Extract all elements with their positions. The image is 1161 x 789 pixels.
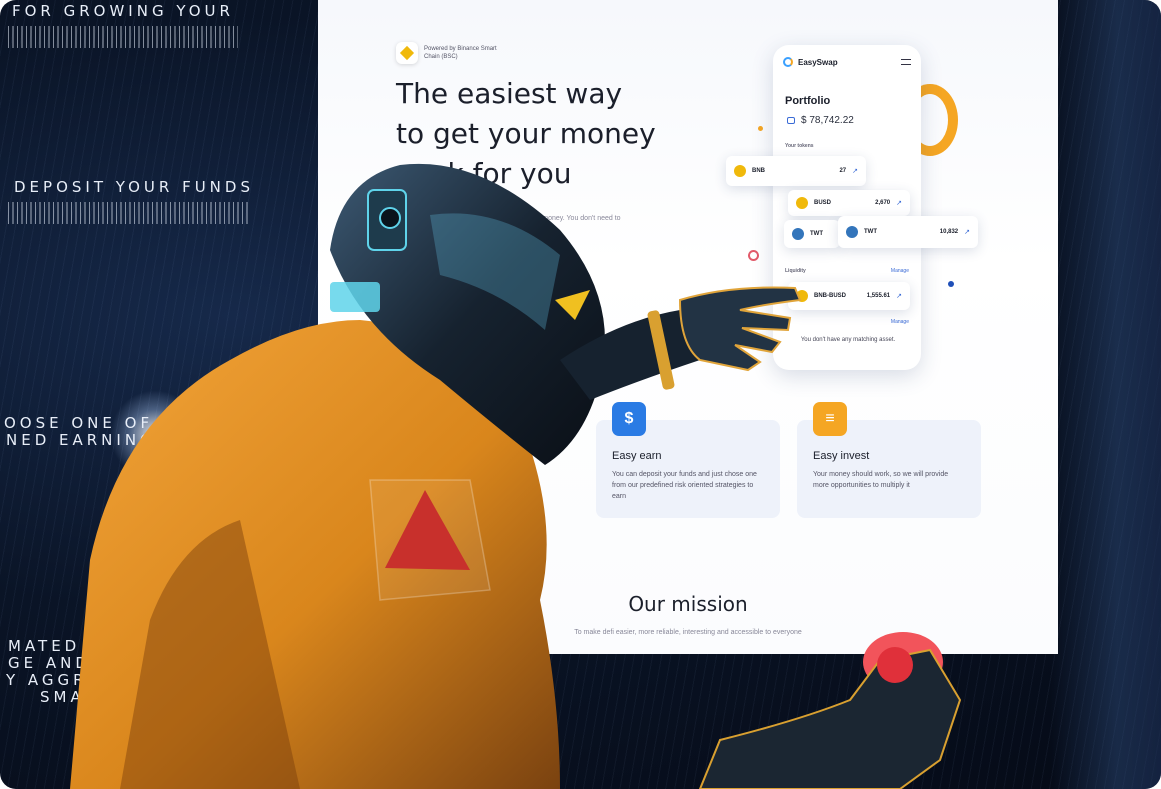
second-glove <box>698 648 962 789</box>
astronaut-illustration <box>70 163 962 789</box>
helmet-module-lens <box>379 207 401 229</box>
astronaut-glove <box>678 286 802 372</box>
helmet-light <box>330 282 380 312</box>
video-frame: FOR GROWING YOUR DEPOSIT YOUR FUNDS OOSE… <box>0 0 1161 789</box>
red-device <box>877 647 913 683</box>
